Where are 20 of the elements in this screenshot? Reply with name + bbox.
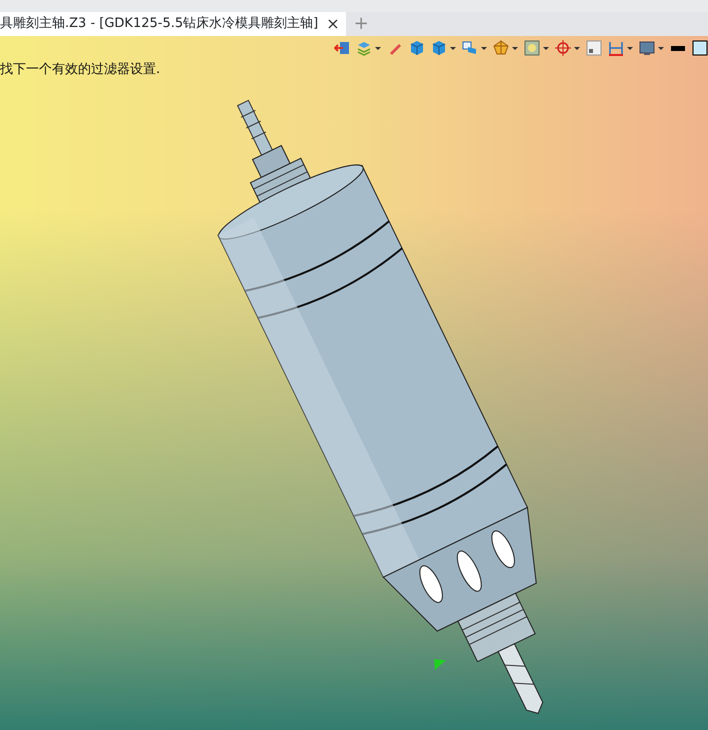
caret-icon[interactable] [574,46,580,50]
caret-icon[interactable] [375,46,381,50]
close-button[interactable]: × [326,12,340,36]
window-icon[interactable] [586,40,602,56]
cube-icon[interactable] [409,40,425,56]
frame-icon[interactable] [524,40,540,56]
caret-icon[interactable] [481,46,487,50]
monitor-icon[interactable] [639,40,655,56]
status-message: 找下一个有效的过滤器设置. [0,61,162,79]
target-icon[interactable] [555,40,571,56]
door-icon[interactable] [334,40,350,56]
document-tab[interactable]: 具雕刻主轴.Z3 - [GDK125-5.5钻床水冷模具雕刻主轴] × [0,12,346,36]
caret-icon[interactable] [658,46,664,50]
cube-icon[interactable] [431,40,447,56]
caret-icon[interactable] [627,46,633,50]
color-swatch-icon[interactable] [692,40,708,56]
caret-icon[interactable] [512,46,518,50]
view-cube-icon[interactable] [462,40,478,56]
caret-icon[interactable] [543,46,549,50]
caret-icon[interactable] [450,46,456,50]
